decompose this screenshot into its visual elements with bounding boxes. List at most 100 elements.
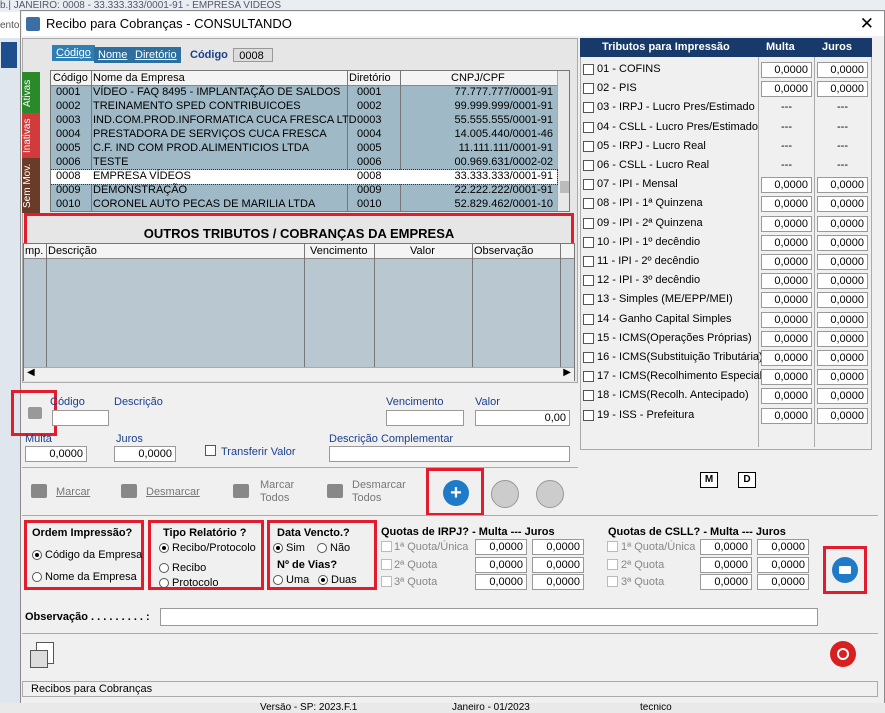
table-row[interactable]: 0009 DEMONSTRAÇÃO 0009 22.222.222/0001-91 <box>51 184 557 198</box>
tributo-juros[interactable]: 0,0000 <box>817 350 868 366</box>
delete-button[interactable] <box>536 480 564 508</box>
codigo-input[interactable] <box>52 410 109 426</box>
irpj-q3-multa[interactable]: 0,0000 <box>475 574 527 590</box>
tributo-multa[interactable]: 0,0000 <box>761 369 812 386</box>
tributo-checkbox[interactable] <box>583 256 594 267</box>
tributo-checkbox[interactable] <box>583 332 594 344</box>
d-button[interactable]: D <box>738 472 756 488</box>
csll-q1-checkbox[interactable] <box>607 541 618 552</box>
table-row[interactable]: 0005 C.F. IND COM PROD.ALIMENTICIOS LTDA 0… <box>51 142 557 156</box>
tributo-checkbox[interactable] <box>583 313 594 325</box>
tributo-juros[interactable]: 0,0000 <box>817 273 868 290</box>
vencimento-input[interactable] <box>386 410 464 426</box>
tributo-checkbox[interactable] <box>583 275 594 287</box>
tipo-recibo-radio[interactable] <box>159 563 169 573</box>
table-row[interactable]: 0004 PRESTADORA DE SERVIÇOS CUCA FRESCA 00… <box>51 128 557 142</box>
tributo-multa[interactable]: 0,0000 <box>761 388 812 405</box>
tributo-juros[interactable]: 0,0000 <box>817 292 868 309</box>
vias-duas-radio[interactable] <box>318 575 328 585</box>
tributo-multa[interactable]: 0,0000 <box>761 292 812 309</box>
col-imp[interactable]: mp. <box>25 245 43 257</box>
tributo-checkbox[interactable] <box>583 198 594 210</box>
csll-q1-juros[interactable]: 0,0000 <box>757 539 809 555</box>
tributo-juros[interactable]: 0,0000 <box>817 196 868 213</box>
tributo-checkbox[interactable] <box>583 294 594 306</box>
tab-ativas[interactable]: Ativas <box>22 72 40 114</box>
exit-pages-icon[interactable] <box>28 640 58 670</box>
tributo-juros[interactable]: 0,0000 <box>817 330 868 347</box>
observacao-input[interactable] <box>160 608 818 626</box>
tributo-checkbox[interactable] <box>583 102 594 114</box>
close-icon[interactable]: ✕ <box>860 14 874 34</box>
irpj-q1-multa[interactable]: 0,0000 <box>475 539 527 555</box>
table-row[interactable]: 0003 IND.COM.PROD.INFORMATICA CUCA FRESCA… <box>51 114 557 128</box>
tributo-checkbox[interactable] <box>583 217 594 229</box>
irpj-q2-multa[interactable]: 0,0000 <box>475 557 527 573</box>
col-diretorio[interactable]: Diretório <box>349 72 391 84</box>
tributo-checkbox[interactable] <box>583 64 594 75</box>
tributo-multa[interactable]: 0,0000 <box>761 350 812 366</box>
marcar-button[interactable]: Marcar <box>56 486 90 498</box>
irpj-q1-juros[interactable]: 0,0000 <box>532 539 584 555</box>
tributo-checkbox[interactable] <box>583 409 594 421</box>
table-row[interactable]: 0001 VÍDEO - FAQ 8495 - IMPLANTAÇÃO DE SA… <box>51 86 557 100</box>
valor-input[interactable]: 0,00 <box>475 410 570 426</box>
power-button[interactable] <box>830 641 856 667</box>
irpj-q2-checkbox[interactable] <box>381 559 392 570</box>
tributo-juros[interactable]: 0,0000 <box>817 407 868 424</box>
tributo-multa[interactable]: 0,0000 <box>761 273 812 290</box>
tributo-juros[interactable]: 0,0000 <box>817 234 868 251</box>
col-codigo[interactable]: Código <box>53 72 88 84</box>
col-vencimento[interactable]: Vencimento <box>310 245 367 257</box>
vias-uma-radio[interactable] <box>273 575 283 585</box>
tributo-checkbox[interactable] <box>583 390 594 402</box>
desc-comp-input[interactable] <box>329 446 570 462</box>
tributo-checkbox[interactable] <box>583 179 594 191</box>
tributo-juros[interactable]: 0,0000 <box>817 311 868 328</box>
desmarcar-button[interactable]: Desmarcar <box>146 486 200 498</box>
csll-q2-checkbox[interactable] <box>607 559 618 570</box>
edit-button[interactable] <box>491 480 519 508</box>
tributo-checkbox[interactable] <box>583 160 594 171</box>
tributo-juros[interactable]: 0,0000 <box>817 62 868 78</box>
outros-hscrollbar[interactable]: ◀ ▶ <box>24 367 574 381</box>
tab-inativas[interactable]: Inativas <box>22 113 40 159</box>
tributo-juros[interactable]: 0,0000 <box>817 81 868 98</box>
irpj-q2-juros[interactable]: 0,0000 <box>532 557 584 573</box>
scroll-right-icon[interactable]: ▶ <box>563 367 571 378</box>
ordem-codigo-radio[interactable] <box>32 550 42 560</box>
csll-q2-juros[interactable]: 0,0000 <box>757 557 809 573</box>
marcar-todos-button-line2[interactable]: Todos <box>260 492 289 504</box>
codigo-field[interactable]: 0008 <box>233 48 273 62</box>
tipo-protocolo-radio[interactable] <box>159 578 169 588</box>
table-row[interactable]: 0010 CORONEL AUTO PECAS DE MARILIA LTDA 00… <box>51 198 557 211</box>
tab-codigo[interactable]: Código <box>52 45 95 61</box>
tributo-multa[interactable]: 0,0000 <box>761 407 812 424</box>
tributo-juros[interactable]: 0,0000 <box>817 254 868 270</box>
csll-q3-checkbox[interactable] <box>607 576 618 587</box>
m-button[interactable]: M <box>700 472 718 488</box>
col-cnpj[interactable]: CNPJ/CPF <box>451 72 505 84</box>
table-row[interactable]: 0006 TESTE 0006 00.969.631/0002-02 <box>51 156 557 170</box>
tributo-multa[interactable]: 0,0000 <box>761 81 812 98</box>
col-observacao[interactable]: Observação <box>474 245 533 257</box>
csll-q1-multa[interactable]: 0,0000 <box>700 539 752 555</box>
tipo-recibo-protocolo-radio[interactable] <box>159 543 169 553</box>
tributo-checkbox[interactable] <box>583 121 594 133</box>
tributo-checkbox[interactable] <box>583 83 594 95</box>
tributo-multa[interactable]: 0,0000 <box>761 177 812 194</box>
tab-diretorio[interactable]: Diretório <box>131 47 181 63</box>
irpj-q3-checkbox[interactable] <box>381 576 392 587</box>
tributo-multa[interactable]: 0,0000 <box>761 234 812 251</box>
tributo-checkbox[interactable] <box>583 371 594 383</box>
scroll-left-icon[interactable]: ◀ <box>27 367 35 378</box>
csll-q3-juros[interactable]: 0,0000 <box>757 574 809 590</box>
tributo-multa[interactable]: 0,0000 <box>761 254 812 270</box>
tributo-juros[interactable]: 0,0000 <box>817 369 868 386</box>
companies-scrollbar[interactable] <box>557 71 569 211</box>
tributo-checkbox[interactable] <box>583 236 594 248</box>
tributo-juros[interactable]: 0,0000 <box>817 215 868 232</box>
tributo-multa[interactable]: 0,0000 <box>761 330 812 347</box>
desmarcar-todos-button-line2[interactable]: Todos <box>352 492 381 504</box>
irpj-q3-juros[interactable]: 0,0000 <box>532 574 584 590</box>
